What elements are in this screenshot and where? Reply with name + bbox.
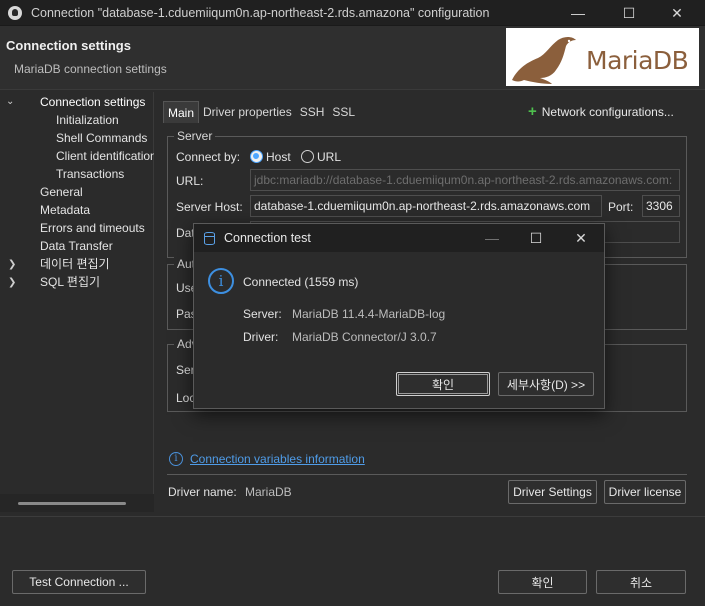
seal-icon: [512, 37, 576, 84]
page-subtitle: MariaDB connection settings: [14, 62, 167, 76]
network-configurations-button[interactable]: + Network configurations...: [528, 103, 674, 120]
connection-test-dialog: Connection test — ☐ ✕ i Connected (1559 …: [193, 223, 605, 409]
tab-bar: Main Driver properties SSH SSL: [163, 100, 359, 124]
server-host-label: Server Host:: [176, 200, 243, 214]
page-header: Connection settings MariaDB connection s…: [0, 26, 705, 90]
server-version: MariaDB 11.4.4-MariaDB-log: [292, 307, 446, 321]
dialog-details-button[interactable]: 세부사항(D) >>: [498, 372, 594, 396]
cancel-button[interactable]: 취소: [596, 570, 686, 594]
url-label: URL:: [176, 174, 204, 188]
driver-version: MariaDB Connector/J 3.0.7: [292, 330, 437, 344]
plus-icon: +: [528, 103, 537, 120]
dialog-close-button[interactable]: ✕: [566, 227, 596, 249]
window-title: Connection "database-1.cduemiiqum0n.ap-n…: [31, 5, 490, 20]
driver-name-value: MariaDB: [245, 485, 292, 499]
tree-item-sql-editor[interactable]: SQL 편집기: [40, 273, 100, 291]
tree-item-errors-timeouts[interactable]: Errors and timeouts: [40, 219, 145, 237]
tree-item-transactions[interactable]: Transactions: [56, 165, 124, 183]
dialog-maximize-button[interactable]: ☐: [521, 227, 551, 249]
network-configurations-label: Network configurations...: [541, 105, 674, 119]
connect-by-label: Connect by:: [176, 150, 241, 164]
info-icon: i: [208, 268, 234, 294]
tree-item-connection-settings[interactable]: Connection settings: [40, 93, 145, 111]
database-label: Dat: [176, 226, 195, 240]
mariadb-logo: MariaDB: [506, 28, 699, 86]
server-host-field[interactable]: database-1.cduemiiqum0n.ap-northeast-2.r…: [250, 195, 602, 217]
driver-license-button[interactable]: Driver license: [604, 480, 686, 504]
app-icon: [8, 5, 22, 20]
tree-horizontal-scrollbar[interactable]: [0, 494, 154, 512]
tree-item-initialization[interactable]: Initialization: [56, 111, 119, 129]
tree-item-metadata[interactable]: Metadata: [40, 201, 90, 219]
tree-item-client-identification[interactable]: Client identification: [56, 147, 154, 165]
radio-host[interactable]: [250, 150, 263, 163]
url-field[interactable]: jdbc:mariadb://database-1.cduemiiqum0n.a…: [250, 169, 680, 191]
test-connection-button[interactable]: Test Connection ...: [12, 570, 146, 594]
dialog-titlebar: Connection test — ☐ ✕: [194, 224, 604, 252]
driver-name-label: Driver name:: [168, 485, 237, 499]
chevron-right-icon[interactable]: ❯: [8, 259, 16, 270]
port-field[interactable]: 3306: [642, 195, 680, 217]
port-label: Port:: [608, 200, 634, 214]
server-group-legend: Server: [174, 129, 216, 143]
dialog-minimize-button[interactable]: —: [477, 227, 507, 249]
maximize-button[interactable]: ☐: [612, 0, 646, 26]
info-icon: i: [169, 452, 183, 466]
connection-status: Connected (1559 ms): [243, 275, 359, 289]
expand-icon[interactable]: ⌄: [6, 96, 14, 107]
page-title: Connection settings: [6, 38, 131, 53]
server-label: Server:: [243, 307, 282, 321]
tab-driver-properties[interactable]: Driver properties: [199, 101, 296, 123]
connection-variables-link[interactable]: Connection variables information: [190, 452, 365, 466]
close-button[interactable]: ✕: [660, 0, 694, 26]
server-timezone-label: Ser: [176, 363, 195, 377]
minimize-button[interactable]: —: [561, 0, 595, 26]
dialog-ok-button[interactable]: 확인: [396, 372, 490, 396]
footer-divider: [0, 516, 705, 517]
tree-item-data-editor[interactable]: 데이터 편집기: [40, 255, 110, 273]
radio-url-label[interactable]: URL: [317, 150, 341, 164]
tree-item-shell-commands[interactable]: Shell Commands: [56, 129, 147, 147]
tab-ssh[interactable]: SSH: [296, 101, 329, 123]
chevron-right-icon[interactable]: ❯: [8, 277, 16, 288]
radio-host-label[interactable]: Host: [266, 150, 291, 164]
divider: [167, 474, 687, 475]
tab-main[interactable]: Main: [163, 101, 200, 123]
ok-button[interactable]: 확인: [498, 570, 587, 594]
driver-settings-button[interactable]: Driver Settings: [508, 480, 597, 504]
tree-item-data-transfer[interactable]: Data Transfer: [40, 237, 113, 255]
radio-url[interactable]: [301, 150, 314, 163]
scrollbar-thumb[interactable]: [18, 502, 126, 505]
database-icon: [204, 232, 215, 245]
window-titlebar: Connection "database-1.cduemiiqum0n.ap-n…: [0, 0, 705, 26]
driver-label: Driver:: [243, 330, 279, 344]
tab-ssl[interactable]: SSL: [328, 101, 359, 123]
dialog-title: Connection test: [224, 231, 311, 245]
settings-tree: ⌄ Connection settings Initialization She…: [0, 92, 154, 512]
logo-text: MariaDB: [586, 46, 689, 75]
tree-item-general[interactable]: General: [40, 183, 83, 201]
